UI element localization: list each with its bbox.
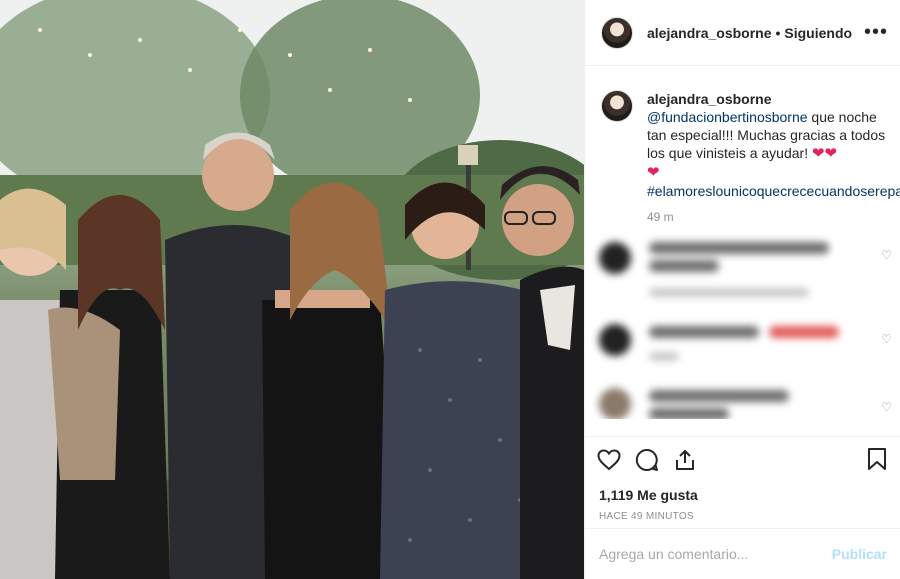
comment-item — [599, 322, 879, 382]
caption-avatar[interactable] — [601, 90, 633, 122]
header-username[interactable]: alejandra_osborne — [647, 25, 772, 41]
more-icon[interactable]: ••• — [864, 22, 888, 42]
publish-button[interactable]: Publicar — [832, 546, 887, 562]
likes-count[interactable]: 1,119 Me gusta — [599, 487, 889, 503]
heart-icon[interactable] — [597, 449, 621, 471]
comment-avatar — [599, 242, 631, 274]
follow-status-button[interactable]: Siguiendo — [784, 25, 852, 41]
action-icons — [597, 445, 889, 475]
add-comment-bar: Agrega un comentario... Publicar — [585, 528, 900, 579]
comment-input[interactable]: Agrega un comentario... — [599, 546, 832, 562]
avatar[interactable] — [601, 16, 633, 49]
comment-icon[interactable] — [635, 448, 659, 472]
like-comment-icon[interactable]: ♡ — [881, 248, 892, 262]
post-photo[interactable] — [0, 0, 584, 579]
heart-emoji: ❤❤ — [811, 145, 838, 162]
post-header: alejandra_osborne • Siguiendo ••• — [585, 0, 900, 66]
like-comment-icon[interactable]: ♡ — [881, 400, 892, 414]
like-comment-icon[interactable]: ♡ — [881, 332, 892, 346]
comment-avatar — [599, 324, 631, 356]
share-icon[interactable] — [673, 448, 697, 472]
separator-dot: • — [775, 24, 781, 41]
comment-avatar — [599, 388, 631, 419]
comment-item — [599, 240, 879, 300]
header-user-info: alejandra_osborne • Siguiendo — [647, 25, 852, 41]
photo-illustration — [0, 0, 584, 579]
bookmark-icon[interactable] — [867, 447, 887, 471]
caption-timestamp: 49 m — [647, 210, 674, 224]
heart-emoji: ❤ — [647, 164, 660, 181]
mention-link[interactable]: @fundacionbertinosborne — [647, 109, 808, 125]
post-side-panel: alejandra_osborne • Siguiendo ••• alejan… — [584, 0, 900, 579]
caption-text: alejandra_osborne @fundacionbertinosborn… — [647, 90, 900, 200]
post-timestamp: HACE 49 MINUTOS — [599, 511, 694, 522]
hashtag-link[interactable]: #elamoreslounicoquecrececuandosereparte — [647, 183, 900, 199]
post-actions: 1,119 Me gusta HACE 49 MINUTOS — [585, 436, 900, 522]
comment-item — [599, 386, 879, 419]
post-caption: alejandra_osborne @fundacionbertinosborn… — [585, 66, 900, 200]
comments-list: ♡ ♡ ♡ — [585, 234, 900, 419]
caption-username[interactable]: alejandra_osborne — [647, 90, 892, 108]
